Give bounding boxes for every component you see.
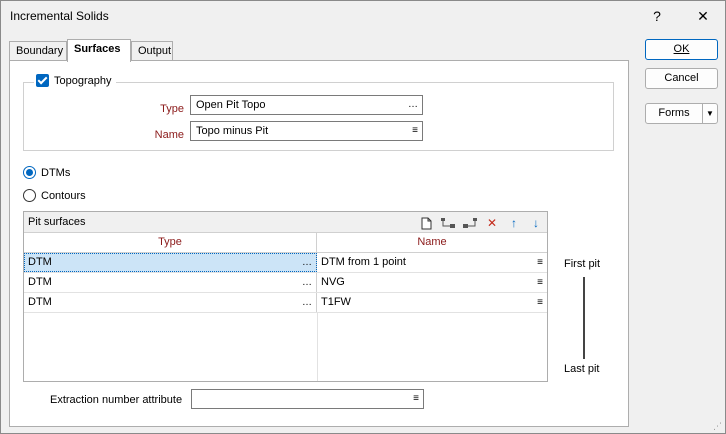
table-row[interactable]: DTM … NVG ≡ [24, 273, 547, 293]
chevron-down-icon[interactable]: ▼ [703, 104, 717, 123]
type-cell-value: DTM [28, 276, 52, 288]
type-cell-value: DTM [28, 296, 52, 308]
extraction-label: Extraction number attribute [50, 394, 183, 406]
pit-order-line [583, 277, 585, 359]
contours-radio[interactable] [23, 189, 36, 202]
table-row[interactable]: DTM … T1FW ≡ [24, 293, 547, 313]
contours-option[interactable]: Contours [23, 189, 86, 202]
topography-name-field[interactable]: Topo minus Pit ≡ [190, 121, 423, 141]
type-cell[interactable]: DTM … [24, 293, 317, 312]
name-label: Name [154, 129, 184, 141]
extraction-attribute-field[interactable]: ≡ [191, 389, 424, 409]
contours-label: Contours [41, 189, 86, 202]
forms-label: Forms [646, 104, 703, 123]
browse-icon[interactable]: … [302, 253, 312, 272]
list-icon[interactable]: ≡ [412, 122, 418, 140]
grid-title: Pit surfaces [28, 216, 86, 228]
topography-checkbox[interactable] [36, 74, 49, 87]
help-icon[interactable]: ? [635, 1, 679, 31]
type-cell[interactable]: DTM … [24, 253, 317, 272]
cancel-label: Cancel [664, 72, 699, 84]
insert-row-icon[interactable] [440, 215, 456, 231]
tab-surfaces[interactable]: Surfaces [67, 39, 131, 62]
browse-icon[interactable]: … [408, 96, 418, 114]
topography-type-value: Open Pit Topo [196, 99, 266, 111]
name-column-header[interactable]: Name [317, 233, 547, 253]
type-cell-value: DTM [28, 256, 52, 268]
topography-legend: Topography [34, 74, 116, 87]
type-cell[interactable]: DTM … [24, 273, 317, 292]
column-divider [317, 313, 318, 381]
table-row[interactable]: DTM … DTM from 1 point ≡ [24, 253, 547, 273]
move-down-icon[interactable]: ↓ [528, 215, 544, 231]
close-icon[interactable]: ✕ [681, 1, 725, 31]
window-title: Incremental Solids [10, 9, 109, 23]
browse-icon[interactable]: … [302, 293, 312, 312]
cancel-button[interactable]: Cancel [645, 68, 718, 89]
name-cell-value: NVG [321, 276, 345, 288]
name-cell[interactable]: NVG ≡ [317, 273, 547, 292]
list-icon[interactable]: ≡ [537, 253, 543, 272]
forms-button[interactable]: Forms ▼ [645, 103, 718, 124]
title-bar: Incremental Solids ? ✕ [1, 1, 725, 31]
pit-surfaces-grid: Pit surfaces ✕ ↑ ↓ Type Name DTM … DTM f… [23, 211, 548, 382]
name-cell[interactable]: DTM from 1 point ≡ [317, 253, 547, 272]
grid-toolbar: Pit surfaces ✕ ↑ ↓ [24, 212, 547, 233]
surfaces-panel: Topography Type Open Pit Topo … Name Top… [9, 60, 629, 427]
tab-boundary[interactable]: Boundary [9, 41, 67, 61]
dtms-option[interactable]: DTMs [23, 166, 70, 179]
dialog-window: Incremental Solids ? ✕ Boundary Surfaces… [0, 0, 726, 434]
first-pit-label: First pit [564, 258, 601, 270]
append-row-icon[interactable] [462, 215, 478, 231]
list-icon[interactable]: ≡ [537, 293, 543, 312]
tab-output[interactable]: Output [131, 41, 173, 61]
type-label: Type [160, 103, 184, 115]
topography-label: Topography [54, 74, 112, 87]
name-cell[interactable]: T1FW ≡ [317, 293, 547, 312]
ok-label: OK [673, 43, 690, 55]
delete-icon[interactable]: ✕ [484, 215, 500, 231]
name-cell-value: T1FW [321, 296, 351, 308]
list-icon[interactable]: ≡ [413, 390, 419, 408]
name-cell-value: DTM from 1 point [321, 256, 406, 268]
dtms-radio[interactable] [23, 166, 36, 179]
topography-group: Topography Type Open Pit Topo … Name Top… [23, 74, 614, 151]
last-pit-label: Last pit [564, 363, 600, 375]
resize-grip-icon[interactable]: ⋰ [713, 421, 723, 431]
move-up-icon[interactable]: ↑ [506, 215, 522, 231]
ok-button[interactable]: OK [645, 39, 718, 60]
type-column-header[interactable]: Type [24, 233, 317, 253]
topography-name-value: Topo minus Pit [196, 125, 269, 137]
browse-icon[interactable]: … [302, 273, 312, 292]
new-row-icon[interactable] [418, 215, 434, 231]
list-icon[interactable]: ≡ [537, 273, 543, 292]
topography-type-field[interactable]: Open Pit Topo … [190, 95, 423, 115]
dtms-label: DTMs [41, 166, 71, 179]
